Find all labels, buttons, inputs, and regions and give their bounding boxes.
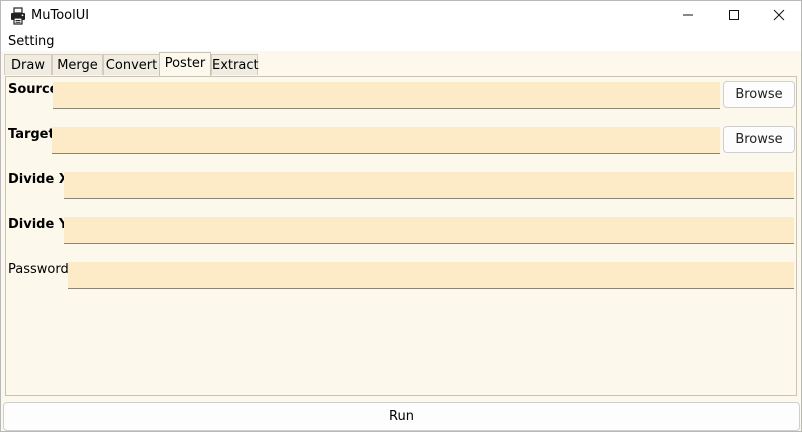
minimize-button[interactable] [665, 1, 711, 32]
divide-y-field[interactable] [64, 217, 794, 244]
menu-bar: Setting [1, 32, 801, 51]
printer-app-icon [10, 7, 26, 25]
target-field[interactable] [52, 127, 720, 154]
source-field[interactable] [53, 82, 720, 109]
password-label: Password: [8, 262, 74, 277]
target-browse-button[interactable]: Browse [723, 126, 795, 153]
tab-merge[interactable]: Merge [52, 54, 103, 75]
password-field[interactable] [68, 262, 794, 289]
tab-extract[interactable]: Extract [211, 54, 259, 75]
maximize-icon [728, 9, 740, 25]
source-browse-button[interactable]: Browse [723, 81, 795, 108]
close-icon [773, 9, 785, 25]
minimize-icon [682, 9, 694, 25]
maximize-button[interactable] [711, 1, 757, 32]
title-bar[interactable]: MuToolUI [1, 1, 801, 32]
divide-x-field[interactable] [64, 172, 794, 199]
poster-tab-panel: Source: Browse Target: Browse Divide X: … [5, 76, 797, 396]
divide-y-label: Divide Y: [8, 217, 73, 232]
close-button[interactable] [756, 1, 802, 32]
window-title: MuToolUI [31, 8, 90, 23]
menu-setting[interactable]: Setting [8, 34, 55, 49]
tab-poster[interactable]: Poster [159, 52, 211, 76]
tab-draw[interactable]: Draw [4, 54, 52, 75]
run-button[interactable]: Run [3, 402, 800, 431]
tab-bar: Draw Merge Convert Poster Extract [1, 51, 801, 76]
app-window: MuToolUI Setting Draw Merge Convert Post… [0, 0, 802, 432]
tab-convert[interactable]: Convert [103, 54, 160, 75]
